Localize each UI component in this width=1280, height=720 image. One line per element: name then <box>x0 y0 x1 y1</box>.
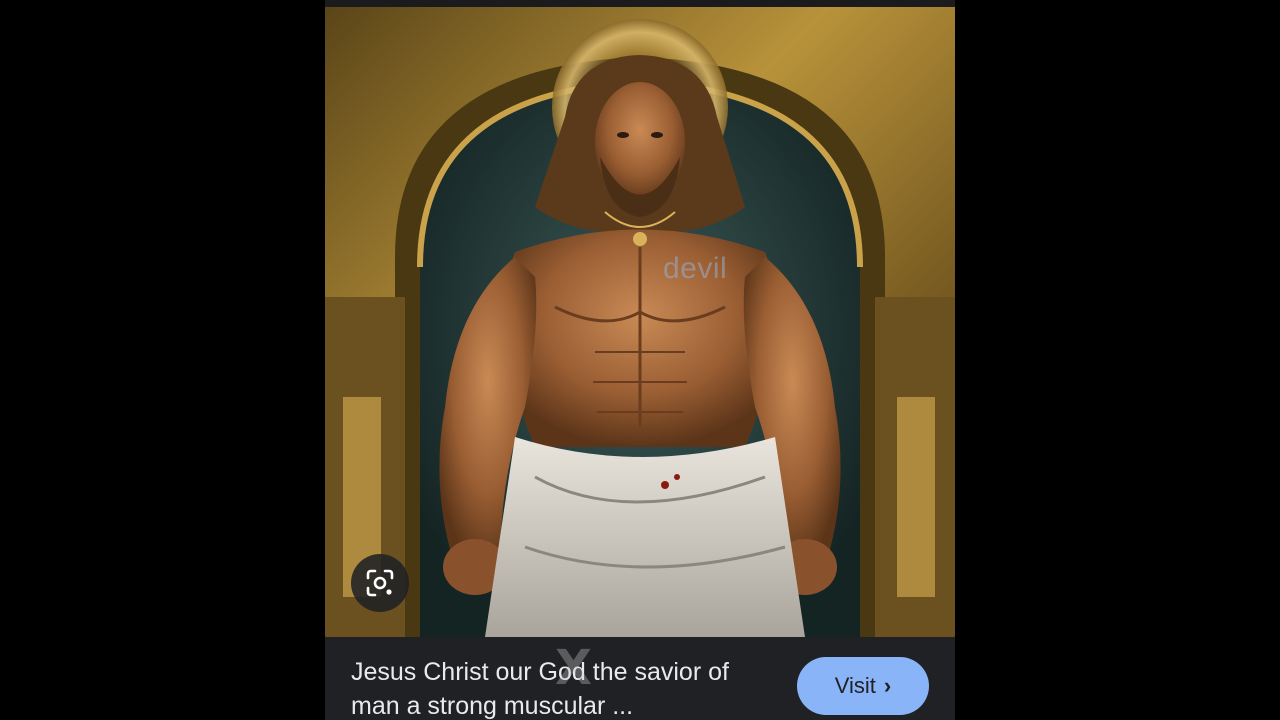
top-strip <box>325 0 955 7</box>
painting-illustration <box>325 7 955 637</box>
chevron-right-icon: › <box>883 673 892 698</box>
image-viewer-panel: devil Jesus Christ our God the savior of… <box>325 0 955 720</box>
lens-camera-icon <box>365 568 395 598</box>
result-image[interactable]: devil <box>325 7 955 637</box>
lens-search-button[interactable] <box>351 554 409 612</box>
visit-label: Visit <box>834 673 876 698</box>
result-footer: Jesus Christ our God the savior of man a… <box>325 637 955 720</box>
result-title[interactable]: Jesus Christ our God the savior of man a… <box>351 655 781 720</box>
watermark-text: devil <box>663 252 728 285</box>
visit-button[interactable]: Visit › <box>797 657 929 715</box>
